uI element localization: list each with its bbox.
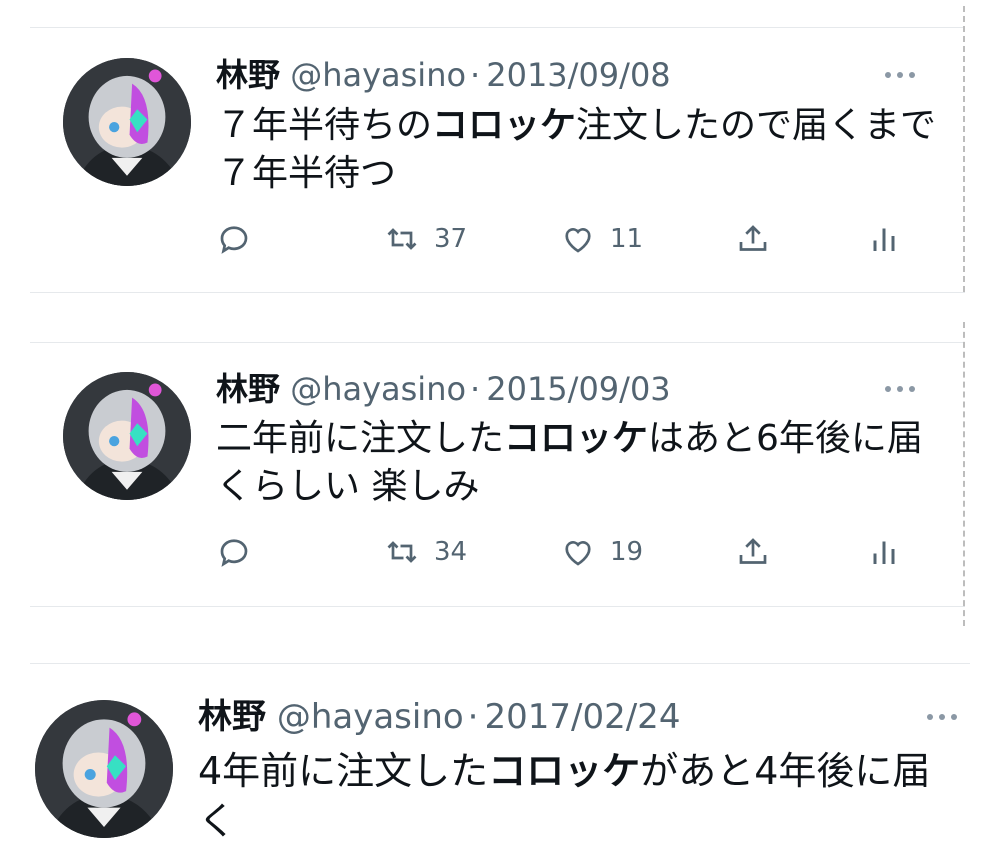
reply-button[interactable] [216, 219, 252, 259]
share-icon [739, 225, 767, 251]
tweet-actions: 37 11 [0, 219, 1000, 259]
user-handle[interactable]: @hayasino [290, 370, 466, 408]
separator [30, 663, 970, 664]
more-icon[interactable] [878, 65, 922, 85]
display-name[interactable]: 林野 [198, 697, 266, 737]
display-name[interactable]: 林野 [216, 56, 280, 94]
separator-dot: · [470, 56, 481, 94]
analytics-icon [873, 228, 895, 251]
analytics-icon [873, 541, 895, 564]
tweet-text: 二年前に注文したコロッケはあと6年後に届 くらしい 楽しみ [216, 418, 923, 507]
tweet-date[interactable]: 2015/09/03 [486, 370, 670, 408]
tweet-header: 林野 @hayasino · 2017/02/24 [198, 697, 680, 737]
retweet-button[interactable]: 37 [384, 219, 467, 259]
more-icon[interactable] [878, 379, 922, 399]
like-count: 11 [610, 224, 644, 254]
analytics-button[interactable] [866, 219, 902, 259]
separator [30, 292, 965, 293]
avatar[interactable] [63, 58, 191, 186]
share-icon [739, 538, 767, 564]
like-count: 19 [610, 537, 644, 567]
crop-mark [963, 322, 965, 626]
retweet-button[interactable]: 34 [384, 532, 467, 572]
separator [30, 606, 965, 607]
separator [30, 27, 965, 28]
retweet-icon [387, 541, 417, 563]
retweet-icon [387, 228, 417, 250]
analytics-button[interactable] [866, 532, 902, 572]
reply-icon [220, 226, 248, 254]
share-button[interactable] [735, 219, 771, 259]
heart-icon [565, 541, 591, 566]
separator [30, 342, 965, 343]
separator-dot: · [470, 370, 481, 408]
heart-icon [565, 228, 591, 253]
avatar[interactable] [63, 372, 191, 500]
like-button[interactable]: 19 [560, 532, 643, 572]
tweet-header: 林野 @hayasino · 2015/09/03 [216, 369, 671, 409]
separator-dot: · [467, 697, 479, 737]
reply-icon [220, 539, 248, 567]
retweet-count: 34 [434, 537, 468, 567]
more-icon[interactable] [920, 707, 964, 727]
user-handle[interactable]: @hayasino [290, 56, 466, 94]
tweet-date[interactable]: 2013/09/08 [486, 56, 670, 94]
like-button[interactable]: 11 [560, 219, 643, 259]
retweet-count: 37 [434, 224, 468, 254]
display-name[interactable]: 林野 [216, 370, 280, 408]
share-button[interactable] [735, 532, 771, 572]
user-handle[interactable]: @hayasino [277, 697, 464, 737]
tweet-header: 林野 @hayasino · 2013/09/08 [216, 55, 671, 95]
reply-button[interactable] [216, 532, 252, 572]
avatar[interactable] [35, 700, 173, 838]
tweet-text: ７年半待ちのコロッケ注文したので届くまで ７年半待つ [216, 105, 937, 194]
tweet-date[interactable]: 2017/02/24 [484, 697, 680, 737]
tweet-text: 4年前に注文したコロッケがあと4年後に届 く [198, 749, 931, 843]
tweet-actions: 34 19 [0, 532, 1000, 572]
